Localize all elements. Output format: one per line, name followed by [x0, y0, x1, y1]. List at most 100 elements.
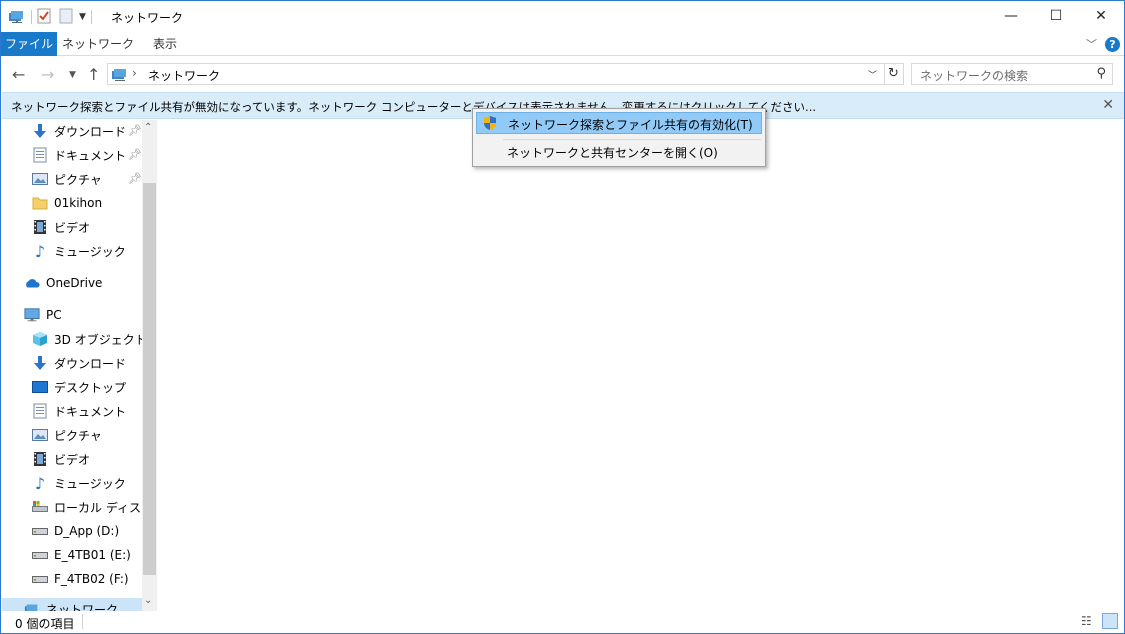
- uac-shield-icon: [482, 115, 498, 134]
- pin-icon[interactable]: 📌︎: [128, 148, 142, 161]
- nav-label: ビデオ: [54, 452, 91, 467]
- network-app-icon: [8, 8, 26, 27]
- menu-item-enable-discovery[interactable]: ネットワーク探索とファイル共有の有効化(T): [476, 112, 762, 134]
- nav-label: D_App (D:): [54, 524, 120, 538]
- nav-label: E_4TB01 (E:): [54, 548, 131, 562]
- nav-item-pc[interactable]: PC: [24, 304, 157, 326]
- nav-item-pc-pictures[interactable]: ピクチャ: [32, 424, 157, 446]
- up-arrow-icon[interactable]: ↑: [87, 65, 100, 84]
- tab-view[interactable]: 表示: [141, 32, 189, 56]
- file-list-area[interactable]: [158, 120, 1124, 611]
- status-bar: 0 個の項目 ☷: [2, 611, 1124, 633]
- drive-icon: [32, 571, 48, 587]
- scroll-up-icon[interactable]: ⌃: [144, 122, 152, 133]
- nav-item-videos[interactable]: ビデオ: [32, 216, 157, 238]
- nav-pane-scrollbar-thumb[interactable]: [143, 183, 156, 575]
- window-title: ネットワーク: [111, 11, 184, 25]
- network-icon: [24, 601, 40, 611]
- address-bar[interactable]: › ネットワーク ﹀ ↻: [107, 63, 904, 85]
- nav-item-01kihon[interactable]: 01kihon: [32, 192, 157, 214]
- pictures-icon: [32, 427, 48, 443]
- forward-arrow-icon[interactable]: →: [41, 65, 54, 84]
- menu-item-open-network-center[interactable]: ネットワークと共有センターを開く(O): [476, 141, 762, 163]
- pin-icon[interactable]: 📌︎: [128, 172, 142, 185]
- title-bar: ▼ ネットワーク — ☐ ✕: [1, 1, 1124, 32]
- nav-label: ピクチャ: [54, 428, 102, 443]
- infobar-close-icon[interactable]: ✕: [1102, 97, 1114, 113]
- nav-label: F_4TB02 (F:): [54, 572, 129, 586]
- nav-label: ビデオ: [54, 220, 91, 235]
- folder-icon: [32, 195, 48, 211]
- address-dropdown-icon[interactable]: ﹀: [868, 68, 877, 81]
- nav-label: ドキュメント: [54, 148, 127, 163]
- nav-item-pc-music[interactable]: ♪ ミュージック: [32, 472, 157, 494]
- nav-item-music[interactable]: ♪ ミュージック: [32, 240, 157, 262]
- minimize-button[interactable]: —: [988, 1, 1034, 31]
- onedrive-cloud-icon: [24, 275, 40, 291]
- drive-icon: [32, 523, 48, 539]
- nav-label: 3D オブジェクト: [54, 332, 147, 347]
- nav-label: ミュージック: [54, 244, 126, 259]
- desktop-icon: [32, 379, 48, 395]
- menu-item-label: ネットワークと共有センターを開く(O): [507, 146, 718, 160]
- pc-monitor-icon: [24, 307, 40, 323]
- help-icon[interactable]: ?: [1105, 37, 1120, 52]
- expand-ribbon-icon[interactable]: ﹀: [1086, 36, 1097, 52]
- nav-label: ダウンロード: [54, 124, 127, 139]
- pin-icon[interactable]: 📌︎: [128, 124, 142, 137]
- back-arrow-icon[interactable]: ←: [12, 65, 25, 84]
- nav-label: ネットワーク: [46, 602, 119, 612]
- scroll-down-icon[interactable]: ⌄: [144, 595, 152, 606]
- 3d-objects-icon: [32, 331, 48, 347]
- music-icon: ♪: [34, 473, 46, 493]
- explorer-window: ▼ ネットワーク — ☐ ✕ ファイル ネットワーク 表示 ﹀ ? ← → ▼ …: [0, 0, 1125, 634]
- large-icons-view-icon[interactable]: [1102, 613, 1118, 629]
- navigation-pane: ダウンロード 📌︎ ドキュメント 📌︎ ピクチャ 📌︎ 01kihon ビデオ …: [2, 120, 157, 611]
- tab-file[interactable]: ファイル: [1, 32, 57, 56]
- menu-item-label: ネットワーク探索とファイル共有の有効化(T): [508, 118, 753, 132]
- breadcrumb-chevron-icon[interactable]: ›: [132, 66, 137, 80]
- nav-item-drive-f[interactable]: F_4TB02 (F:): [32, 568, 157, 590]
- nav-item-drive-d[interactable]: D_App (D:): [32, 520, 157, 542]
- properties-icon[interactable]: [37, 8, 51, 27]
- music-icon: ♪: [34, 241, 46, 261]
- nav-item-network[interactable]: ネットワーク: [2, 598, 142, 611]
- nav-item-pc-documents[interactable]: ドキュメント: [32, 400, 157, 422]
- item-count: 0 個の項目: [15, 617, 75, 631]
- nav-item-drive-e[interactable]: E_4TB01 (E:): [32, 544, 157, 566]
- address-path[interactable]: ネットワーク: [148, 67, 220, 84]
- nav-label: ミュージック: [54, 476, 126, 491]
- nav-label: デスクトップ: [54, 380, 127, 395]
- local-disk-icon: [32, 499, 48, 515]
- nav-label: ドキュメント: [54, 404, 127, 419]
- recent-locations-icon[interactable]: ▼: [69, 70, 76, 80]
- nav-item-pc-downloads[interactable]: ダウンロード: [32, 352, 157, 374]
- nav-label: ダウンロード: [54, 356, 127, 371]
- customize-qat-icon[interactable]: ▼: [79, 12, 86, 22]
- download-icon: [32, 123, 48, 139]
- maximize-button[interactable]: ☐: [1033, 1, 1079, 31]
- new-folder-icon[interactable]: [59, 8, 73, 27]
- refresh-icon[interactable]: ↻: [888, 66, 899, 81]
- quick-access-toolbar: ▼: [8, 7, 97, 27]
- video-icon: [32, 219, 48, 235]
- nav-item-local-disk-c[interactable]: ローカル ディスク (C: [32, 496, 157, 518]
- pictures-icon: [32, 171, 48, 187]
- nav-item-pc-videos[interactable]: ビデオ: [32, 448, 157, 470]
- document-icon: [32, 147, 48, 163]
- network-location-icon: [111, 66, 129, 85]
- search-box[interactable]: ネットワークの検索 ⚲: [911, 63, 1113, 85]
- nav-label: PC: [46, 308, 62, 322]
- nav-item-3d-objects[interactable]: 3D オブジェクト: [32, 328, 157, 350]
- close-button[interactable]: ✕: [1078, 1, 1124, 31]
- details-view-icon[interactable]: ☷: [1081, 614, 1092, 628]
- nav-item-desktop[interactable]: デスクトップ: [32, 376, 157, 398]
- tab-network[interactable]: ネットワーク: [61, 32, 135, 56]
- nav-item-onedrive[interactable]: OneDrive: [24, 272, 157, 294]
- search-icon[interactable]: ⚲: [1096, 66, 1106, 81]
- ribbon-tabs: ファイル ネットワーク 表示 ﹀ ?: [1, 32, 1124, 56]
- search-input[interactable]: ネットワークの検索: [920, 67, 1028, 84]
- nav-label: ピクチャ: [54, 172, 102, 187]
- drive-icon: [32, 547, 48, 563]
- nav-label: OneDrive: [46, 276, 103, 290]
